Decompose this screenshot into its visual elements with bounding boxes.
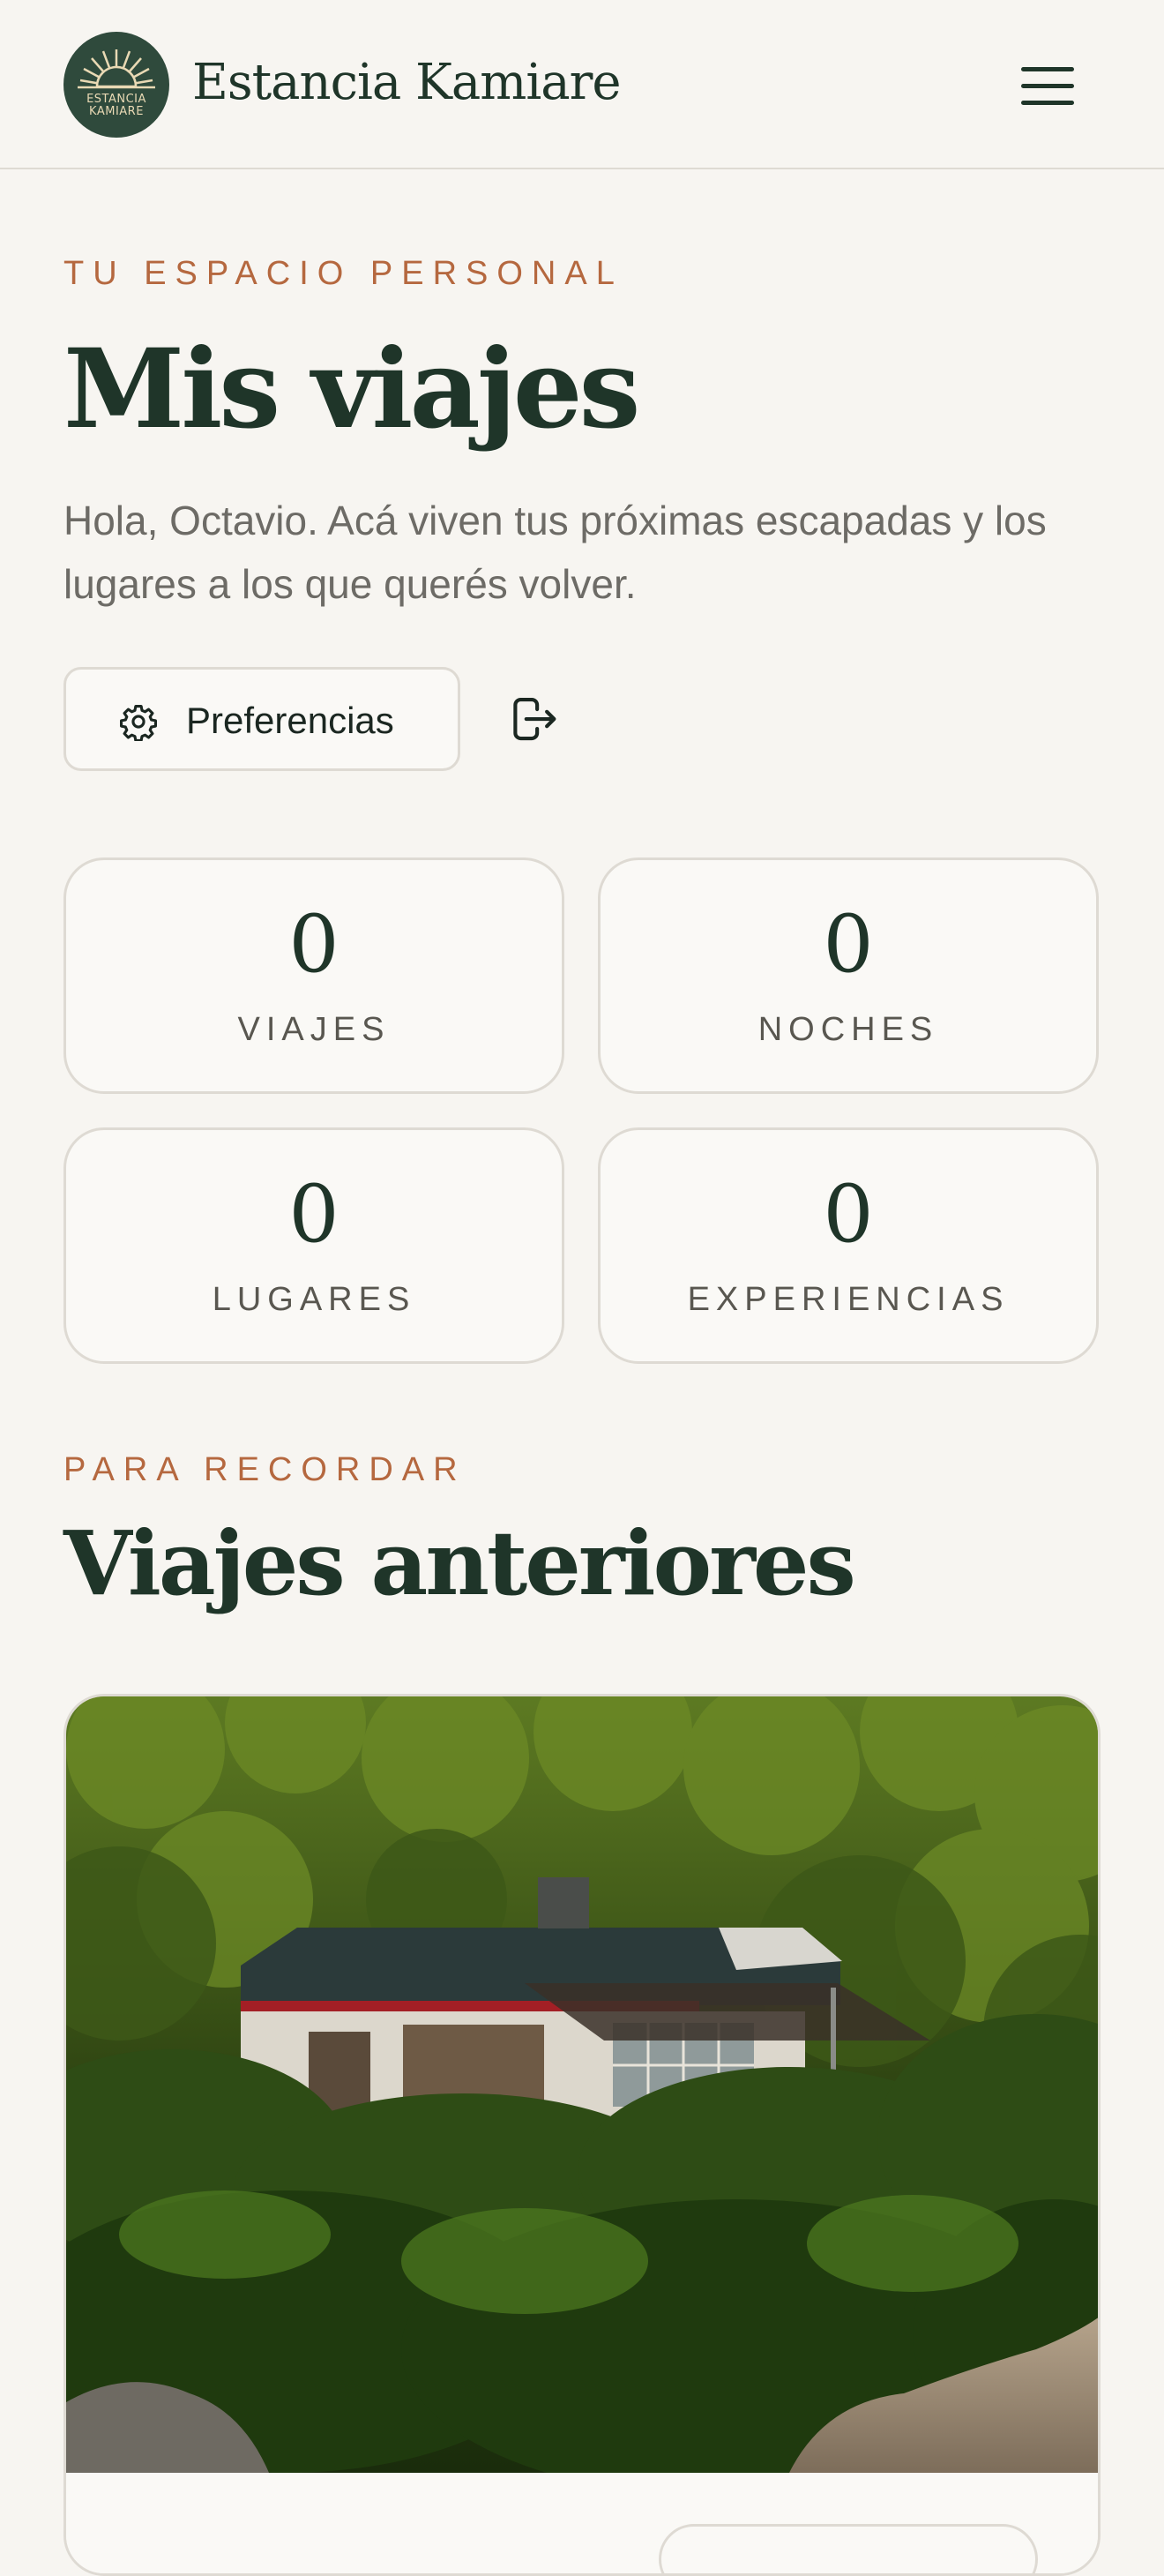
stat-label: NOCHES [757, 1011, 939, 1048]
stat-card-experiences: 0 EXPERIENCIAS [598, 1127, 1099, 1364]
sun-logo-icon [78, 49, 155, 89]
hero-eyebrow: TU ESPACIO PERSONAL [63, 255, 623, 292]
stat-value: 0 [823, 1168, 874, 1261]
logo-text-bottom: KAMIARE [89, 105, 144, 118]
site-header: ESTANCIA KAMIARE Estancia Kamiare [0, 0, 1164, 169]
stat-value: 0 [288, 1168, 340, 1261]
cabin-photo [66, 1696, 1098, 2573]
past-eyebrow: PARA RECORDAR [63, 1451, 466, 1488]
brand-logo[interactable]: ESTANCIA KAMIARE [63, 32, 169, 138]
gear-icon [120, 705, 157, 741]
hamburger-menu-icon [1021, 67, 1074, 71]
past-trip-card[interactable] [63, 1694, 1101, 2576]
intro-text: Hola, Octavio. Acá viven tus próximas es… [63, 498, 1047, 607]
stat-label: EXPERIENCIAS [687, 1281, 1010, 1318]
menu-button[interactable] [1014, 58, 1081, 115]
preferences-label: Preferencias [186, 700, 394, 741]
stat-card-trips: 0 VIAJES [63, 857, 564, 1094]
logo-text-top: ESTANCIA [86, 93, 146, 106]
stat-label: LUGARES [212, 1281, 416, 1318]
trip-card-badge [659, 2524, 1038, 2573]
stat-card-nights: 0 NOCHES [598, 857, 1099, 1094]
brand-name[interactable]: Estancia Kamiare [192, 53, 622, 113]
logout-button[interactable] [504, 690, 563, 748]
stat-card-places: 0 LUGARES [63, 1127, 564, 1364]
logout-icon [513, 697, 556, 741]
stat-label: VIAJES [237, 1011, 391, 1048]
page-title: Mis viajes [63, 326, 640, 453]
stat-value: 0 [288, 898, 340, 991]
preferences-button[interactable]: Preferencias [63, 667, 460, 771]
section-title: Viajes anteriores [63, 1511, 856, 1615]
stat-value: 0 [823, 898, 874, 991]
